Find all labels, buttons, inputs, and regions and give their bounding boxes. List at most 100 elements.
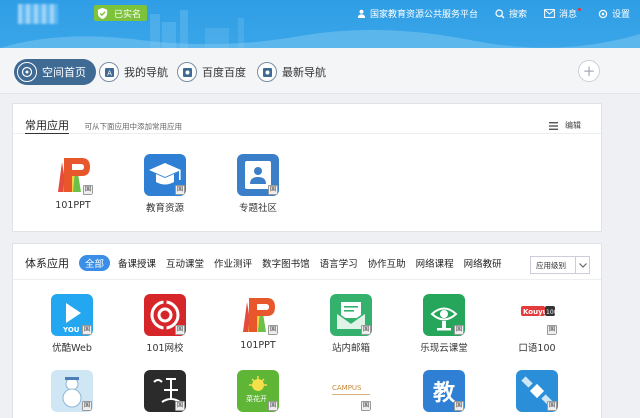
menu-icon [549, 121, 558, 130]
tab-latest-nav-label: 最新导航 [282, 66, 326, 79]
settings-link-label: 设置 [611, 10, 630, 20]
jiao-text: 教 [433, 380, 456, 406]
title-underline [25, 133, 69, 134]
green-app-icon: 菜花开 国 [237, 370, 279, 412]
campus-text: CAMPUS [332, 384, 362, 392]
category-tab[interactable]: 数字图书馆 [262, 256, 310, 270]
system-apps-title: 体系应用 [25, 257, 69, 270]
app-label: 教育资源 [145, 203, 184, 214]
guo-badge: 国 [175, 325, 185, 335]
verified-label: 已实名 [114, 9, 142, 20]
app-label: 口语100 [518, 343, 556, 354]
app-label: 乐现云课堂 [420, 343, 468, 354]
category-all[interactable]: 全部 [79, 255, 111, 271]
app-label: 101网校 [146, 343, 184, 354]
chevron-down-icon [575, 257, 589, 273]
app-jiao[interactable]: 教 国 [409, 370, 479, 412]
app-101ppt[interactable]: 国 101PPT [38, 154, 108, 211]
kouyu-icon: Kouyu 100 国 [516, 294, 558, 336]
app-campus[interactable]: CAMPUS 国 [316, 370, 386, 412]
add-nav-symbol: + [582, 62, 596, 80]
app-lexian-cloud[interactable]: 国 乐现云课堂 [409, 294, 479, 354]
shield-icon [97, 7, 108, 19]
guo-badge: 国 [83, 185, 93, 195]
tab-space-home-label: 空间首页 [42, 66, 86, 79]
app-site-mailbox[interactable]: 国 站内邮箱 [316, 294, 386, 354]
tab-my-nav[interactable]: A 我的导航 [96, 59, 178, 85]
guo-badge: 国 [547, 401, 557, 411]
edit-label: 编辑 [565, 121, 581, 130]
guo-badge: 国 [268, 185, 278, 195]
panel-divider [13, 279, 601, 280]
guo-badge: 国 [454, 325, 464, 335]
platform-link[interactable]: 国家教育资源公共服务平台 [357, 7, 478, 20]
satellite-icon: 国 [516, 370, 558, 412]
category-tab[interactable]: 协作互助 [368, 256, 406, 270]
home-icon [17, 62, 37, 82]
app-snowman[interactable]: 国 [37, 370, 107, 412]
top-bar: 已实名 国家教育资源公共服务平台 搜索 消息 设置 [0, 0, 640, 48]
svg-text:100: 100 [546, 309, 558, 316]
app-kouyu100[interactable]: Kouyu 100 国 口语100 [502, 294, 572, 354]
messages-link[interactable]: 消息 [544, 7, 581, 20]
search-link-label: 搜索 [508, 10, 527, 20]
app-green[interactable]: 菜花开 国 [223, 370, 293, 412]
app-education-resources[interactable]: 国 教育资源 [130, 154, 200, 214]
guo-badge: 国 [547, 325, 557, 335]
common-apps-subtitle: 可从下面应用中添加常用应用 [84, 122, 183, 131]
guo-badge: 国 [268, 325, 278, 335]
category-tab[interactable]: 网络课程 [416, 256, 454, 270]
category-tab[interactable]: 语言学习 [320, 256, 358, 270]
app-101-wangxiao[interactable]: 国 101网校 [130, 294, 200, 354]
gear-icon [598, 9, 608, 18]
nav-icon [257, 62, 277, 82]
search-link[interactable]: 搜索 [495, 7, 527, 20]
calligraphy-icon: 国 [144, 370, 186, 412]
tab-baidu-label: 百度百度 [202, 66, 246, 79]
app-satellite[interactable]: 国 [502, 370, 572, 412]
app-label: 专题社区 [238, 203, 277, 214]
add-nav-button[interactable]: + [578, 60, 600, 82]
verified-badge: 已实名 [94, 5, 148, 21]
svg-text:Kouyu: Kouyu [523, 308, 548, 316]
category-tab[interactable]: 网络教研 [464, 256, 502, 270]
level-select[interactable]: 应用级别 [530, 256, 590, 274]
tab-space-home[interactable]: 空间首页 [14, 59, 96, 85]
edit-button[interactable]: 编辑 [549, 120, 581, 131]
messages-link-label: 消息 [558, 10, 577, 20]
top-links: 国家教育资源公共服务平台 搜索 消息 设置 [340, 7, 630, 20]
search-icon [495, 8, 505, 18]
category-tab[interactable]: 互动课堂 [166, 256, 204, 270]
category-tab[interactable]: 作业测评 [214, 256, 252, 270]
common-apps-title: 常用应用 [25, 119, 69, 132]
guo-badge: 国 [361, 325, 371, 335]
svg-text:YOU: YOU [62, 326, 80, 334]
tab-my-nav-label: 我的导航 [124, 66, 168, 79]
guo-badge: 国 [268, 401, 278, 411]
app-101ppt-sys[interactable]: 国 101PPT [223, 294, 293, 351]
platform-link-label: 国家教育资源公共服务平台 [369, 10, 478, 20]
mortarboard-icon: 国 [144, 154, 186, 196]
panel-divider [13, 133, 601, 134]
svg-text:A: A [107, 69, 112, 77]
tab-latest-nav[interactable]: 最新导航 [254, 59, 336, 85]
tab-baidu[interactable]: 百度百度 [174, 59, 256, 85]
common-apps-heading: 常用应用 可从下面应用中添加常用应用 [25, 117, 182, 133]
level-select-value: 应用级别 [536, 260, 566, 270]
system-apps-panel: 体系应用 全部 备课授课 互动课堂 作业测评 数字图书馆 语言学习 协作互助 网… [12, 243, 602, 418]
site-logo[interactable] [18, 4, 58, 24]
green-app-text: 菜花开 [246, 394, 267, 403]
category-tab[interactable]: 备课授课 [118, 256, 156, 270]
cloud-class-icon: 国 [423, 294, 465, 336]
app-label: 优酷Web [52, 343, 92, 354]
snowman-icon: 国 [51, 370, 93, 412]
app-youku[interactable]: YOU 国 优酷Web [37, 294, 107, 354]
app-topic-community[interactable]: 国 专题社区 [223, 154, 293, 214]
community-icon: 国 [237, 154, 279, 196]
guo-badge: 国 [82, 401, 92, 411]
nav-icon [177, 62, 197, 82]
settings-link[interactable]: 设置 [598, 7, 630, 20]
app-label: 101PPT [240, 340, 276, 351]
guo-badge: 国 [361, 401, 371, 411]
app-calligraphy[interactable]: 国 [130, 370, 200, 412]
